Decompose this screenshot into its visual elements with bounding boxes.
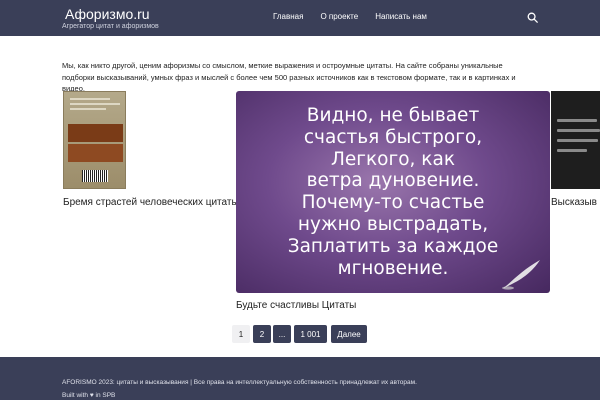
main-nav: Главная О проекте Написать нам	[273, 12, 444, 22]
card-title-left[interactable]: Бремя страстей человеческих цитаты	[63, 197, 239, 209]
site-header: Афоризмо.ru Агрегатор цитат и афоризмов …	[0, 0, 600, 36]
cover-band	[68, 124, 123, 142]
quote-line: Почему-то счастье	[301, 192, 485, 214]
site-title[interactable]: Афоризмо.ru	[65, 6, 150, 22]
cover-line	[70, 108, 106, 110]
next-page-button[interactable]: Далее	[331, 325, 367, 343]
site-footer: AFORISMO 2023: цитаты и высказывания | В…	[0, 357, 600, 400]
cover-line	[70, 103, 120, 105]
cover-line	[70, 98, 110, 100]
intro-text: Мы, как никто другой, ценим афоризмы со …	[62, 61, 516, 93]
quill-icon	[502, 260, 540, 290]
footer-copyright: AFORISMO 2023: цитаты и высказывания | В…	[62, 379, 417, 386]
heart-icon: ♥	[89, 392, 94, 399]
brand[interactable]: Афоризмо.ru Агрегатор цитат и афоризмов	[62, 6, 159, 31]
quote-line: нужно выстрадать,	[297, 213, 489, 235]
image-text-line	[557, 149, 587, 152]
page-ellipsis: ...	[273, 325, 291, 343]
search-icon[interactable]	[527, 12, 538, 23]
footer-credit-prefix: Built with	[62, 392, 89, 399]
card-title-center[interactable]: Будьте счастливы Цитаты	[236, 300, 356, 312]
side-quote-image[interactable]	[551, 91, 600, 189]
image-text-line	[557, 129, 600, 132]
card-title-right[interactable]: Высказыв	[551, 197, 597, 209]
footer-credit: Built with ♥ in SPB	[62, 392, 115, 400]
image-text-line	[557, 139, 598, 142]
nav-home[interactable]: Главная	[273, 12, 303, 22]
page-last-button[interactable]: 1 001	[294, 325, 327, 343]
page-2-button[interactable]: 2	[253, 325, 271, 343]
barcode	[82, 170, 108, 182]
image-text-line	[557, 119, 597, 122]
quote-line: Видно, не бывает	[306, 105, 480, 126]
quote-line: Легкого, как	[331, 148, 455, 170]
nav-about[interactable]: О проекте	[320, 12, 358, 22]
quote-line: Заплатить за каждое	[287, 235, 499, 257]
site-tagline: Агрегатор цитат и афоризмов	[62, 23, 159, 30]
book-cover-image[interactable]	[63, 91, 126, 189]
cover-band	[68, 144, 123, 162]
quote-text: Видно, не бывает счастья быстрого, Легко…	[236, 105, 550, 279]
nav-contact[interactable]: Написать нам	[375, 12, 427, 22]
quote-line: ветра дуновение.	[306, 170, 480, 192]
page-1-button[interactable]: 1	[232, 325, 250, 343]
quote-line: счастья быстрого,	[303, 126, 483, 148]
footer-credit-suffix: in SPB	[95, 392, 116, 399]
